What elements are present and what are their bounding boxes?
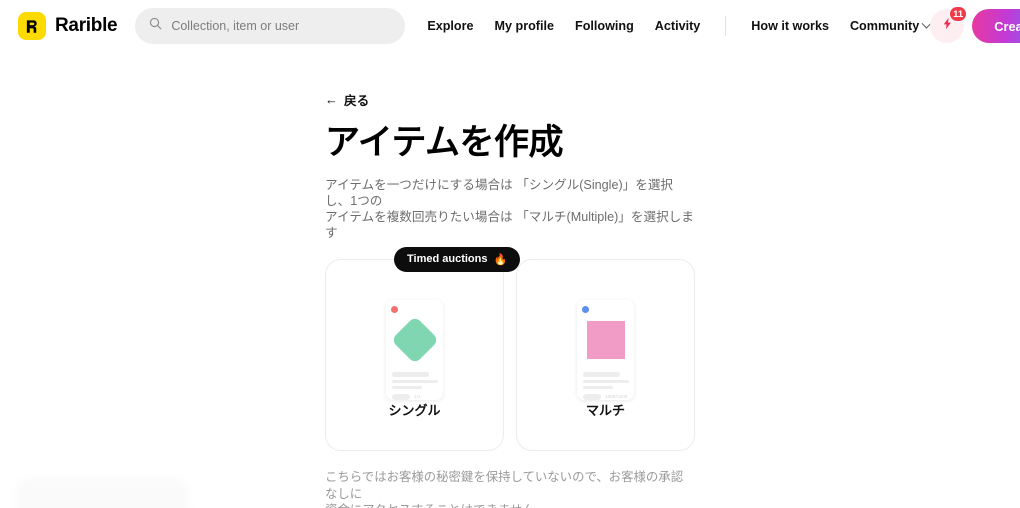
single-preview-footer: 1/1 — [392, 393, 437, 400]
placeholder-line — [583, 371, 620, 377]
nav-divider — [725, 16, 727, 36]
nav-item-community[interactable]: Community — [849, 18, 932, 33]
nav-item-following[interactable]: Following — [575, 19, 634, 33]
placeholder-line — [583, 385, 613, 389]
brand-logo-link[interactable]: Rarible — [18, 12, 118, 40]
diamond-shape-icon — [390, 315, 439, 364]
placeholder-line — [392, 379, 438, 383]
fire-emoji-icon: 🔥 — [493, 253, 508, 266]
single-artwork — [390, 314, 439, 366]
rarible-r-logo-icon — [18, 12, 46, 40]
placeholder-line — [392, 371, 429, 377]
site-header: Rarible Explore My profile Following Act… — [0, 0, 1020, 52]
timed-auctions-label: Timed auctions — [407, 253, 488, 266]
notification-count-badge: 11 — [949, 6, 968, 22]
single-preview-placeholder-lines: 1/1 — [391, 371, 438, 400]
placeholder-line — [392, 385, 422, 389]
nav-item-activity[interactable]: Activity — [655, 19, 701, 33]
create-button[interactable]: Create — [972, 9, 1020, 43]
nav-item-explore[interactable]: Explore — [427, 19, 473, 33]
status-dot-red-icon — [391, 305, 398, 313]
security-footnote: こちらではお客様の秘密鍵を保持していないので、お客様の承認なしに 資金にアクセス… — [325, 469, 695, 508]
option-card-single[interactable]: Timed auctions 🔥 1/1 シングル — [325, 246, 521, 451]
nav-item-how-it-works[interactable]: How it works — [751, 19, 829, 33]
page-description-line-2: アイテムを複数回売りたい場合は 「マルチ(Multiple)」を選択します — [325, 209, 694, 240]
notifications-button[interactable]: 11 — [930, 6, 968, 43]
item-type-options: Timed auctions 🔥 1/1 シングル 1000/1000 マルチ — [325, 246, 695, 451]
main-content: ← 戻る アイテムを作成 アイテムを一つだけにする場合は 「シングル(Singl… — [325, 52, 695, 508]
bottom-left-panel[interactable] — [18, 482, 186, 508]
status-dot-blue-icon — [582, 305, 589, 313]
single-preview-card: 1/1 — [386, 299, 443, 400]
timed-auctions-badge: Timed auctions 🔥 — [394, 246, 521, 272]
option-card-multiple-label: マルチ — [585, 402, 625, 418]
back-link[interactable]: ← 戻る — [325, 90, 369, 109]
nav-item-my-profile[interactable]: My profile — [495, 19, 554, 33]
search-icon — [149, 17, 162, 35]
nav-item-community-label: Community — [849, 19, 920, 33]
brand-name: Rarible — [55, 15, 118, 36]
placeholder-pill — [583, 393, 601, 400]
option-card-single-label: シングル — [388, 402, 441, 418]
search-input[interactable] — [171, 19, 392, 33]
page-description-line-1: アイテムを一つだけにする場合は 「シングル(Single)」を選択し、1つの — [325, 177, 674, 208]
security-footnote-line-1: こちらではお客様の秘密鍵を保持していないので、お客様の承認なしに — [325, 469, 684, 501]
placeholder-line — [583, 379, 629, 383]
multiple-artwork — [582, 314, 629, 366]
scalloped-blob-shape-icon — [586, 320, 625, 359]
multiple-edition-count: 1000/1000 — [605, 394, 628, 400]
page-description: アイテムを一つだけにする場合は 「シングル(Single)」を選択し、1つの ア… — [325, 177, 695, 241]
header-actions: 11 Create — [930, 6, 1020, 43]
placeholder-pill — [392, 393, 410, 400]
multiple-preview-card: 1000/1000 — [577, 299, 634, 400]
back-link-label: 戻る — [344, 94, 370, 108]
page-title: アイテムを作成 — [325, 123, 564, 162]
option-card-multiple[interactable]: 1000/1000 マルチ — [516, 258, 695, 451]
security-footnote-line-2: 資金にアクセスすることはできません — [325, 503, 535, 508]
multiple-preview-footer: 1000/1000 — [583, 393, 628, 400]
search-box[interactable] — [135, 8, 406, 44]
multiple-preview-placeholder-lines: 1000/1000 — [582, 371, 629, 400]
primary-nav: Explore My profile Following Activity Ho… — [427, 16, 932, 36]
arrow-left-icon: ← — [325, 92, 338, 107]
single-edition-count: 1/1 — [414, 394, 421, 400]
